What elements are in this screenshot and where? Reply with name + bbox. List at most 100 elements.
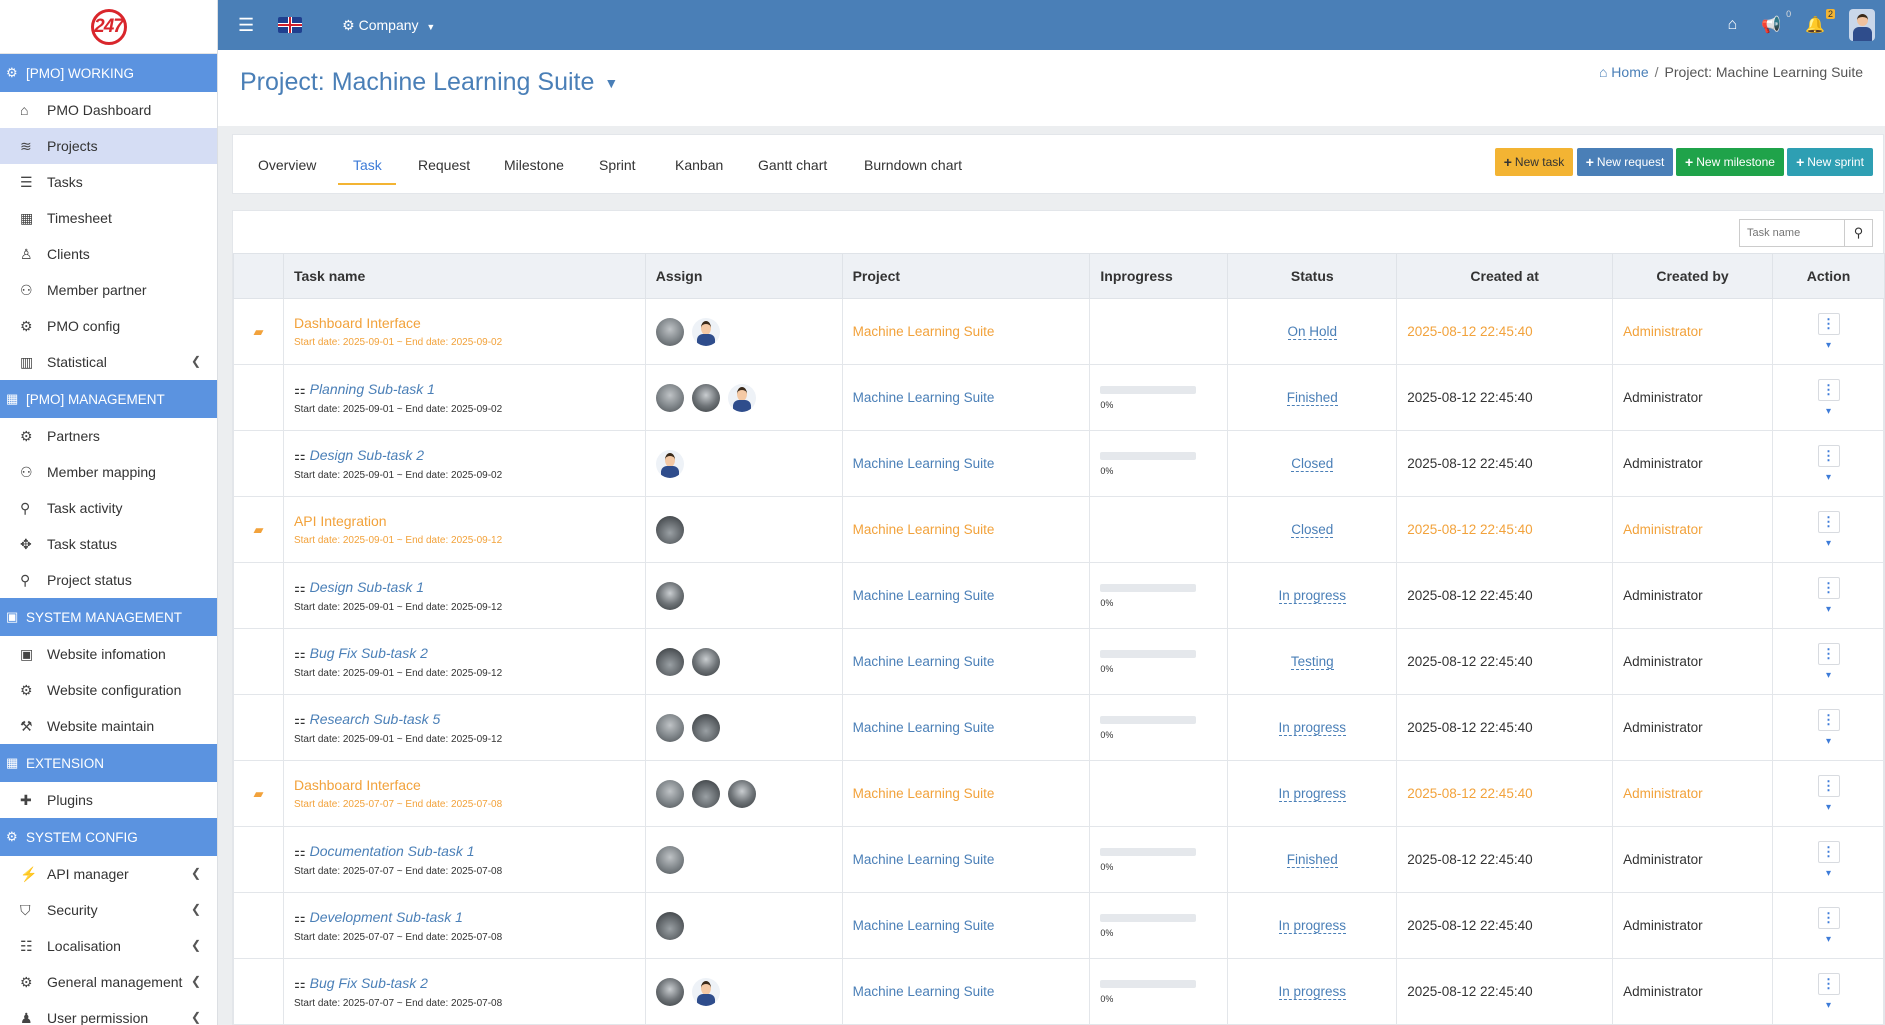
sidebar-item-task-status[interactable]: ✥ Task status [0, 526, 217, 562]
col-status[interactable]: Status [1227, 253, 1398, 299]
new-milestone-button[interactable]: + New milestone [1676, 148, 1784, 176]
subtask-name-link[interactable]: Documentation Sub-task 1 [310, 843, 475, 859]
assignee-avatar[interactable] [727, 779, 756, 808]
project-link[interactable]: Machine Learning Suite [853, 786, 995, 801]
new-sprint-button[interactable]: + New sprint [1787, 148, 1873, 176]
user-avatar[interactable] [1849, 9, 1875, 41]
folder-open-icon[interactable]: ▰ [253, 786, 263, 801]
sidebar-item-pmo-config[interactable]: ⚙ PMO config [0, 308, 217, 344]
assignee-avatar[interactable] [655, 515, 684, 544]
row-action-dropdown[interactable]: ⋮ ▾ [1817, 840, 1840, 879]
row-action-dropdown[interactable]: ⋮ ▾ [1817, 642, 1840, 681]
tab-sprint[interactable]: Sprint [599, 157, 636, 173]
menu-toggle-icon[interactable]: ☰ [238, 15, 254, 36]
tab-milestone[interactable]: Milestone [504, 157, 564, 173]
project-link[interactable]: Machine Learning Suite [853, 984, 995, 999]
status-editable[interactable]: Testing [1290, 654, 1334, 670]
sidebar-item-user-permission[interactable]: ♟ User permission ❮ [0, 1000, 217, 1025]
assignee-avatar[interactable] [655, 911, 684, 940]
sidebar-item-member-partner[interactable]: ⚇ Member partner [0, 272, 217, 308]
sidebar-item-tasks[interactable]: ☰ Tasks [0, 164, 217, 200]
bullhorn-icon[interactable]: 📢 0 [1761, 9, 1791, 35]
project-link[interactable]: Machine Learning Suite [853, 654, 995, 669]
task-name-link[interactable]: API Integration [294, 513, 387, 529]
bell-icon[interactable]: 🔔 2 [1805, 9, 1835, 35]
assignee-avatar[interactable] [691, 713, 720, 742]
home-icon[interactable]: ⌂ [1727, 16, 1737, 34]
subtask-name-link[interactable]: Development Sub-task 1 [310, 909, 463, 925]
assignee-avatar[interactable] [691, 779, 720, 808]
assignee-avatar[interactable] [691, 383, 720, 412]
status-editable[interactable]: Finished [1286, 852, 1338, 868]
status-editable[interactable]: Finished [1286, 390, 1338, 406]
status-editable[interactable]: In progress [1278, 588, 1347, 604]
app-logo[interactable]: 247 [85, 7, 133, 47]
task-name-link[interactable]: Dashboard Interface [294, 315, 421, 331]
breadcrumb-home[interactable]: ⌂ Home [1599, 64, 1649, 80]
sidebar-item-general-management[interactable]: ⚙ General management ❮ [0, 964, 217, 1000]
project-link[interactable]: Machine Learning Suite [853, 324, 995, 339]
row-action-dropdown[interactable]: ⋮ ▾ [1817, 972, 1840, 1011]
project-link[interactable]: Machine Learning Suite [853, 588, 995, 603]
sidebar-item-statistical[interactable]: ▥ Statistical ❮ [0, 344, 217, 380]
sidebar-item-timesheet[interactable]: ▦ Timesheet [0, 200, 217, 236]
status-editable[interactable]: In progress [1278, 918, 1347, 934]
row-action-dropdown[interactable]: ⋮ ▾ [1817, 378, 1840, 417]
sidebar-item-pmo-dashboard[interactable]: ⌂ PMO Dashboard [0, 92, 217, 128]
status-editable[interactable]: In progress [1278, 720, 1347, 736]
row-action-dropdown[interactable]: ⋮ ▾ [1817, 444, 1840, 483]
tab-overview[interactable]: Overview [258, 157, 316, 173]
assignee-avatar[interactable] [655, 647, 684, 676]
project-link[interactable]: Machine Learning Suite [853, 852, 995, 867]
subtask-name-link[interactable]: Bug Fix Sub-task 2 [310, 645, 428, 661]
sidebar-item-website-infomation[interactable]: ▣ Website infomation [0, 636, 217, 672]
sidebar-item-member-mapping[interactable]: ⚇ Member mapping [0, 454, 217, 490]
assignee-avatar[interactable] [655, 779, 684, 808]
sidebar-item-api-manager[interactable]: ⚡ API manager ❮ [0, 856, 217, 892]
search-icon[interactable]: ⚲ [1845, 219, 1873, 247]
uk-flag-icon[interactable] [278, 17, 303, 33]
folder-open-icon[interactable]: ▰ [253, 522, 263, 537]
col-project[interactable]: Project [841, 253, 1091, 299]
tab-gantt-chart[interactable]: Gantt chart [758, 157, 827, 173]
subtask-name-link[interactable]: Planning Sub-task 1 [310, 381, 435, 397]
assignee-avatar[interactable] [655, 581, 684, 610]
project-link[interactable]: Machine Learning Suite [853, 390, 995, 405]
col-task-name[interactable]: Task name [282, 253, 646, 299]
assignee-avatar[interactable] [655, 317, 684, 346]
status-editable[interactable]: In progress [1278, 786, 1347, 802]
project-link[interactable]: Machine Learning Suite [853, 720, 995, 735]
page-title[interactable]: Project: Machine Learning Suite ▼ [240, 68, 618, 97]
sidebar-item-projects[interactable]: ≋ Projects [0, 128, 217, 164]
row-action-dropdown[interactable]: ⋮ ▾ [1817, 510, 1840, 549]
folder-open-icon[interactable]: ▰ [253, 324, 263, 339]
assignee-avatar[interactable] [691, 317, 720, 346]
assignee-avatar[interactable] [655, 845, 684, 874]
tab-burndown-chart[interactable]: Burndown chart [864, 157, 962, 173]
sidebar-item-plugins[interactable]: ✚ Plugins [0, 782, 217, 818]
task-search-input[interactable] [1739, 219, 1845, 247]
assignee-avatar[interactable] [655, 449, 684, 478]
new-request-button[interactable]: + New request [1577, 148, 1673, 176]
assignee-avatar[interactable] [655, 713, 684, 742]
row-action-dropdown[interactable]: ⋮ ▾ [1817, 774, 1840, 813]
assignee-avatar[interactable] [691, 977, 720, 1006]
sidebar-item-website-maintain[interactable]: ⚒ Website maintain [0, 708, 217, 744]
subtask-name-link[interactable]: Research Sub-task 5 [310, 711, 441, 727]
status-editable[interactable]: Closed [1291, 522, 1334, 538]
col-created-by[interactable]: Created by [1612, 253, 1773, 299]
project-link[interactable]: Machine Learning Suite [853, 456, 995, 471]
new-task-button[interactable]: + New task [1495, 148, 1573, 176]
logo-area[interactable]: 247 [0, 0, 217, 54]
subtask-name-link[interactable]: Design Sub-task 2 [310, 447, 424, 463]
row-action-dropdown[interactable]: ⋮ ▾ [1817, 576, 1840, 615]
assignee-avatar[interactable] [655, 383, 684, 412]
status-editable[interactable]: Closed [1291, 456, 1334, 472]
project-link[interactable]: Machine Learning Suite [853, 918, 995, 933]
caret-down-icon[interactable]: ▼ [604, 75, 618, 91]
status-editable[interactable]: On Hold [1287, 324, 1338, 340]
subtask-name-link[interactable]: Bug Fix Sub-task 2 [310, 975, 428, 991]
status-editable[interactable]: In progress [1278, 984, 1347, 1000]
sidebar-item-security[interactable]: ⛉ Security ❮ [0, 892, 217, 928]
sidebar-item-task-activity[interactable]: ⚲ Task activity [0, 490, 217, 526]
